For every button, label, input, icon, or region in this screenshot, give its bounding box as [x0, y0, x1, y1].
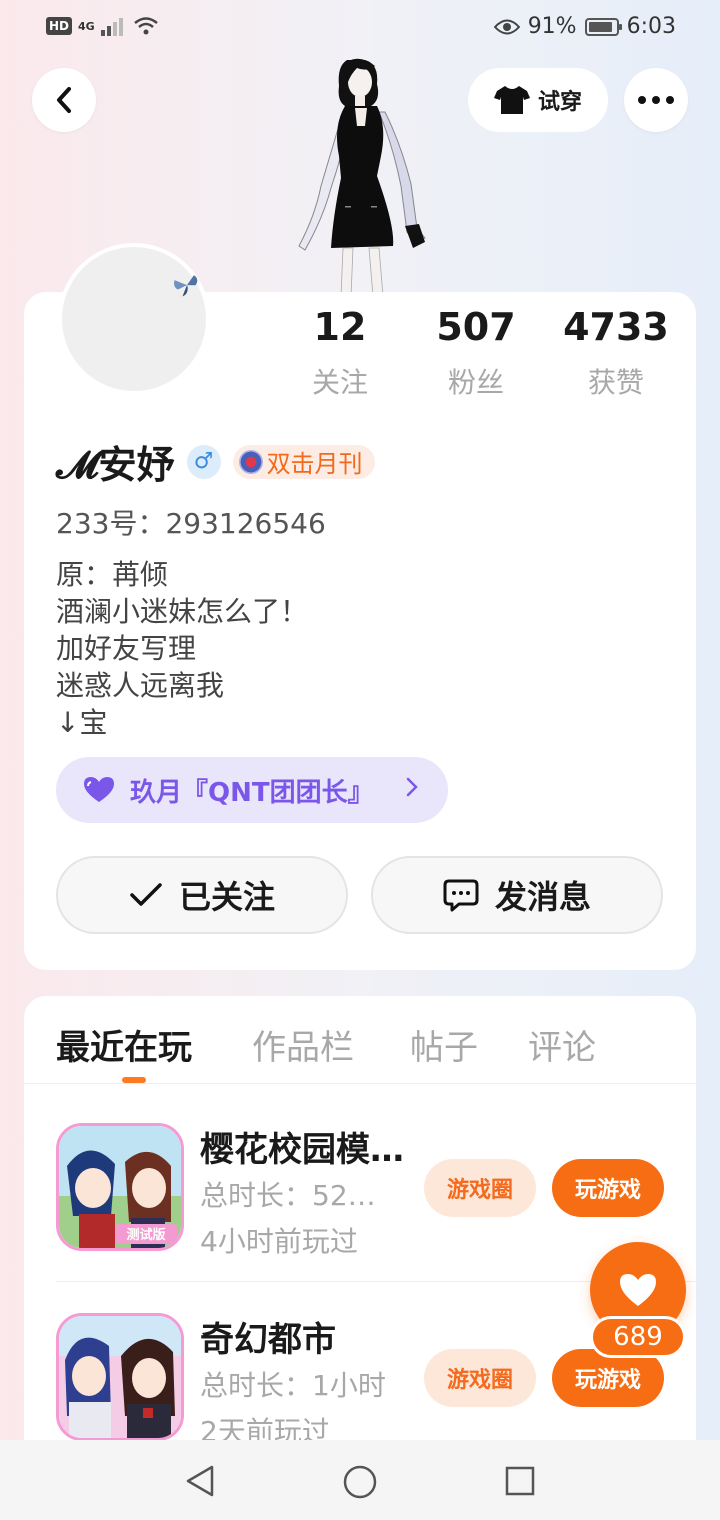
- game-circle-button[interactable]: 游戏圈: [424, 1159, 536, 1217]
- game-circle-button[interactable]: 游戏圈: [424, 1349, 536, 1407]
- like-count: 689: [590, 1316, 686, 1358]
- stat-likes[interactable]: 4733 获赞: [546, 305, 686, 401]
- wifi-icon: [133, 17, 158, 35]
- try-on-label: 试穿: [537, 90, 582, 115]
- game-duration: 总时长：52…: [200, 1179, 376, 1212]
- more-button[interactable]: [624, 68, 688, 132]
- followed-button[interactable]: 已关注: [56, 856, 348, 934]
- heart-icon: [620, 1274, 656, 1306]
- medal-badge[interactable]: 双击月刊: [232, 444, 375, 479]
- status-right: 91% 6:03: [493, 14, 676, 39]
- tab-posts[interactable]: 帖子: [410, 1020, 478, 1069]
- stat-followers-label: 粉丝: [447, 366, 504, 399]
- user-id: 233号：293126546: [56, 507, 326, 540]
- game-title[interactable]: 奇幻都市: [200, 1312, 336, 1361]
- battery-icon: [584, 17, 622, 36]
- nickname: 𝓜安妤: [56, 443, 175, 487]
- message-label: 发消息: [494, 878, 591, 916]
- avatar-figure-image: [298, 58, 426, 296]
- chevron-right-icon: [406, 775, 418, 803]
- tab-recently-played[interactable]: 最近在玩: [56, 1020, 192, 1069]
- status-bar: HD 4G 91% 6:03: [0, 0, 720, 56]
- try-on-button[interactable]: 试穿: [468, 68, 608, 132]
- tab-works[interactable]: 作品栏: [252, 1020, 354, 1069]
- stat-likes-label: 获赞: [587, 366, 644, 399]
- stat-followers-count: 507: [436, 305, 516, 349]
- stat-following-count: 12: [313, 305, 367, 349]
- message-button[interactable]: 发消息: [371, 856, 663, 934]
- back-button[interactable]: [32, 68, 96, 132]
- network-label: 4G: [78, 19, 95, 33]
- chevron-left-icon: [57, 87, 71, 113]
- heart-icon: [84, 777, 114, 802]
- stat-following[interactable]: 12 关注: [270, 305, 410, 401]
- medal-icon: [238, 449, 263, 474]
- bio-line: 酒澜小迷妹怎么了！: [56, 595, 309, 628]
- guild-label: 玖月『QNT团团长』: [130, 777, 374, 808]
- game-icon-fantasy-city[interactable]: [56, 1313, 184, 1441]
- battery-fill: [588, 21, 613, 32]
- nav-back-icon[interactable]: [184, 1464, 216, 1498]
- tshirt-icon: [493, 86, 530, 114]
- chat-bubble-icon: [443, 879, 479, 912]
- tabs-divider: [24, 1083, 696, 1084]
- checkmark-icon: [130, 883, 162, 906]
- nav-recents-icon[interactable]: [504, 1465, 536, 1497]
- bio-line: ↓宝: [56, 706, 108, 739]
- play-game-button[interactable]: 玩游戏: [552, 1159, 664, 1217]
- stat-likes-count: 4733: [563, 305, 669, 349]
- eye-icon: [493, 19, 520, 34]
- more-dots-icon: [638, 96, 674, 104]
- bio-line: 加好友写理: [56, 632, 197, 665]
- bio-line: 原：苒倾: [56, 558, 169, 591]
- battery-percent: 91%: [527, 14, 577, 39]
- signal-icon: [100, 18, 123, 36]
- avatar[interactable]: [58, 243, 210, 395]
- guild-tag[interactable]: 玖月『QNT团团长』: [56, 757, 448, 823]
- game-icon-sakura[interactable]: 测试版: [56, 1123, 184, 1251]
- bio: 原：苒倾 酒澜小迷妹怎么了！ 加好友写理 迷惑人远离我 ↓宝: [56, 556, 308, 741]
- hd-badge: HD: [46, 17, 73, 35]
- gender-male-icon: ♂: [186, 444, 221, 479]
- name-row: 𝓜安妤 ♂ 双击月刊: [56, 434, 375, 489]
- game-last-played: 4小时前玩过: [200, 1225, 358, 1258]
- tab-comments[interactable]: 评论: [528, 1020, 596, 1069]
- bio-line: 迷惑人远离我: [56, 669, 225, 702]
- status-left: HD 4G: [46, 16, 159, 36]
- stat-following-label: 关注: [311, 366, 368, 399]
- clock: 6:03: [626, 14, 676, 39]
- game-badge: 测试版: [126, 1227, 165, 1243]
- game-title[interactable]: 樱花校园模…: [200, 1122, 404, 1171]
- medal-label: 双击月刊: [266, 450, 363, 478]
- stat-followers[interactable]: 507 粉丝: [406, 305, 546, 401]
- game-duration: 总时长：1小时: [200, 1369, 386, 1402]
- system-nav-bar: [0, 1440, 720, 1520]
- followed-label: 已关注: [178, 878, 275, 916]
- nav-home-icon[interactable]: [342, 1464, 378, 1500]
